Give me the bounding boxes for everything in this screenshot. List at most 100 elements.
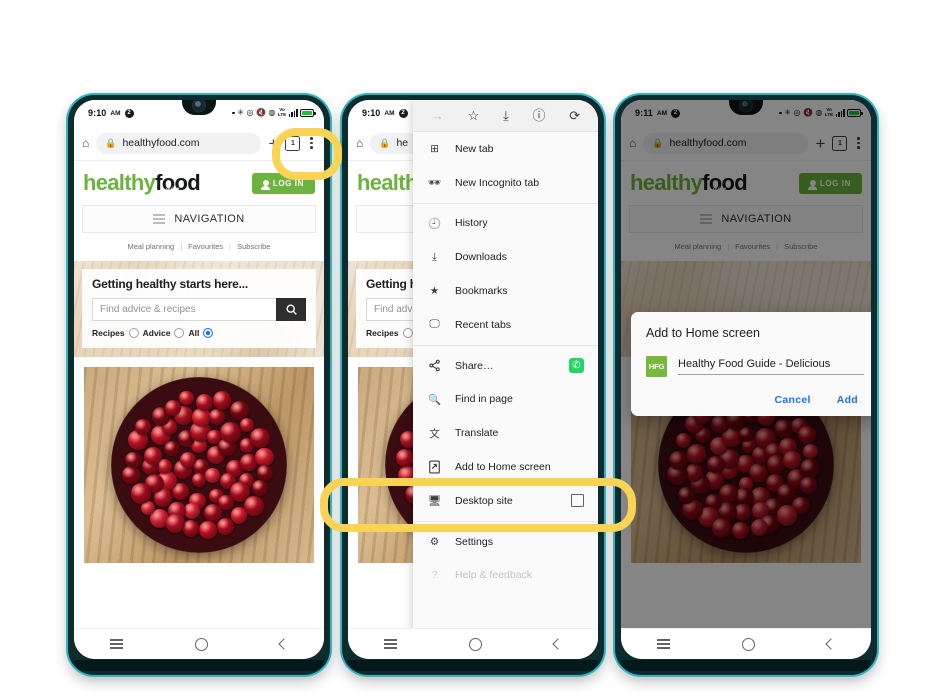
menu-item-translate[interactable]: 文 Translate (413, 416, 598, 450)
site-sublinks: Meal planning | Favourites | Subscribe (74, 233, 324, 261)
add-button[interactable]: Add (837, 394, 858, 406)
star-icon: ★ (427, 285, 442, 297)
phone-3-screen: 9:11 AM 2 ✳ ◎ 🔇 ◍ VoLTE ⌂ � (621, 100, 871, 659)
sublink-subscribe[interactable]: Subscribe (237, 242, 270, 251)
menu-divider (413, 345, 598, 346)
menu-item-help-feedback[interactable]: ? Help & feedback (413, 559, 598, 593)
reload-icon[interactable]: ⟳ (569, 109, 580, 122)
logo-healthy: healthy (83, 170, 155, 196)
hero-panel: Getting healthy starts here... Find advi… (82, 269, 316, 348)
add-to-home-screen-dialog: Add to Home screen HFG Healthy Food Guid… (631, 312, 871, 416)
phone-3: 9:11 AM 2 ✳ ◎ 🔇 ◍ VoLTE ⌂ � (615, 95, 877, 675)
hero-title: Getting healthy starts here... (92, 277, 306, 291)
forward-arrow-icon[interactable]: → (431, 109, 444, 122)
dialog-shortcut-row: HFG Healthy Food Guide - Delicious (646, 356, 864, 377)
cranberry (184, 503, 200, 519)
menu-item-label: Downloads (455, 251, 507, 263)
radio-label-all: All (188, 328, 199, 338)
menu-item-recent-tabs[interactable]: 🖵 Recent tabs (413, 308, 598, 342)
screenshot-stage: 9:10 AM 2 ✳ ◎ 🔇 ◍ VoLTE ⌂ � (0, 0, 940, 695)
site-favicon: HFG (646, 356, 667, 377)
radio-recipes[interactable] (129, 328, 139, 338)
message-badge-icon: 2 (125, 109, 134, 118)
download-icon: ⤓ (427, 251, 442, 264)
person-icon (263, 180, 269, 186)
new-tab-icon: ⊞ (427, 143, 442, 155)
shortcut-name-input[interactable]: Healthy Food Guide - Delicious (678, 358, 864, 375)
cranberry (199, 521, 217, 539)
menu-item-new-tab[interactable]: ⊞ New tab (413, 132, 598, 166)
help-icon: ? (427, 569, 442, 581)
status-ampm: AM (384, 110, 394, 117)
cranberry (250, 428, 271, 449)
sublink-meal-planning[interactable]: Meal planning (128, 242, 175, 251)
address-bar-url: he (396, 137, 408, 149)
cranberry (255, 448, 274, 467)
hamburger-icon (153, 214, 165, 223)
search-input[interactable]: Find advice & recipes (92, 298, 276, 321)
dot-icon (232, 112, 235, 115)
address-bar[interactable]: 🔒 healthyfood.com (96, 133, 261, 154)
cranberry (217, 518, 234, 535)
divider: | (180, 242, 182, 251)
bookmark-star-icon[interactable]: ☆ (468, 109, 480, 122)
cranberries-photo (84, 367, 314, 563)
add-to-home-icon (427, 460, 442, 474)
incognito-icon: 🕶 (427, 176, 442, 189)
home-button[interactable] (195, 638, 208, 651)
menu-item-bookmarks[interactable]: ★ Bookmarks (413, 274, 598, 308)
recents-button[interactable] (657, 639, 670, 649)
dialog-actions: Cancel Add (646, 394, 858, 406)
lock-icon: 🔒 (379, 138, 390, 149)
bluetooth-icon: ✳ (237, 109, 244, 117)
cranberry (192, 473, 206, 487)
back-button[interactable] (278, 638, 289, 649)
menu-item-history[interactable]: 🕘 History (413, 207, 598, 241)
radio-label-recipes: Recipes (92, 328, 125, 338)
menu-item-share[interactable]: Share… ✆ (413, 349, 598, 383)
phone-2-screen: 9:10 AM 2 ✳ ◎ 🔇 ◍ VoLTE ⌂ � (348, 100, 598, 659)
sublink-favourites[interactable]: Favourites (188, 242, 223, 251)
menu-item-downloads[interactable]: ⤓ Downloads (413, 240, 598, 274)
home-icon[interactable]: ⌂ (82, 136, 89, 150)
menu-item-find-in-page[interactable]: 🔍 Find in page (413, 383, 598, 417)
home-icon[interactable]: ⌂ (356, 136, 363, 150)
phone-2-chin (348, 660, 598, 671)
site-navigation-bar[interactable]: NAVIGATION (82, 205, 316, 233)
radio-recipes[interactable] (403, 328, 413, 338)
cranberry (213, 391, 232, 410)
menu-item-new-incognito-tab[interactable]: 🕶 New Incognito tab (413, 166, 598, 200)
menu-item-label: New Incognito tab (455, 177, 539, 189)
cranberry (196, 394, 213, 411)
menu-item-label: Find in page (455, 393, 513, 405)
whatsapp-share-icon[interactable]: ✆ (569, 358, 584, 373)
radio-advice[interactable] (174, 328, 184, 338)
radio-all[interactable] (203, 328, 213, 338)
home-button[interactable] (469, 638, 482, 651)
recents-button[interactable] (110, 639, 123, 649)
download-icon[interactable]: ⤓ (503, 109, 509, 122)
share-icon (427, 359, 442, 372)
cranberry (205, 468, 220, 483)
front-camera-icon (194, 100, 205, 111)
menu-divider (413, 203, 598, 204)
recents-button[interactable] (384, 639, 397, 649)
cancel-button[interactable]: Cancel (774, 394, 810, 406)
status-time: 9:10 (362, 108, 380, 118)
back-button[interactable] (552, 638, 563, 649)
back-button[interactable] (825, 638, 836, 649)
site-logo: healthyfoodguide (83, 170, 200, 196)
cranberry (257, 465, 272, 480)
logo-food: foodguide (155, 170, 200, 196)
menu-item-label: Translate (455, 427, 498, 439)
cranberry (166, 514, 185, 533)
menu-item-label: New tab (455, 143, 494, 155)
page-info-icon[interactable]: ⓘ (532, 109, 545, 122)
volte-icon: VoLTE (278, 108, 286, 118)
radio-label-recipes: Recipes (366, 328, 399, 338)
search-button[interactable] (276, 298, 306, 321)
home-button[interactable] (742, 638, 755, 651)
cranberry (183, 520, 200, 537)
cranberry (179, 391, 194, 406)
phone-2: 9:10 AM 2 ✳ ◎ 🔇 ◍ VoLTE ⌂ � (342, 95, 604, 675)
